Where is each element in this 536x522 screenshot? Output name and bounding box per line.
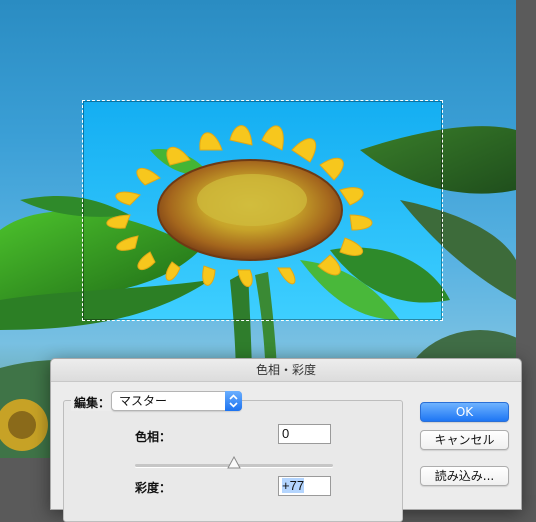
saturation-label: 彩度： <box>135 481 172 495</box>
up-down-chevron-icon[interactable] <box>225 391 242 411</box>
saturation-value: +77 <box>282 478 305 493</box>
saturation-input[interactable]: +77 <box>278 476 331 496</box>
cancel-button[interactable]: キャンセル <box>420 430 509 450</box>
hue-saturation-dialog: 色相・彩度 編集： マスター 色相： 0 彩度： +77 OK キャンセル 読み… <box>50 358 522 522</box>
edit-label: 編集： <box>71 394 114 411</box>
load-button[interactable]: 読み込み... <box>420 466 509 486</box>
hue-label: 色相： <box>135 430 172 444</box>
marquee-selection[interactable] <box>82 100 443 321</box>
edit-channel-select[interactable]: マスター <box>111 391 242 411</box>
triangle-thumb-icon[interactable] <box>227 455 241 469</box>
hue-slider[interactable] <box>135 455 333 469</box>
ok-button[interactable]: OK <box>420 402 509 422</box>
hue-input[interactable]: 0 <box>278 424 331 444</box>
dialog-title: 色相・彩度 <box>51 359 521 382</box>
edit-channel-value: マスター <box>119 394 168 408</box>
